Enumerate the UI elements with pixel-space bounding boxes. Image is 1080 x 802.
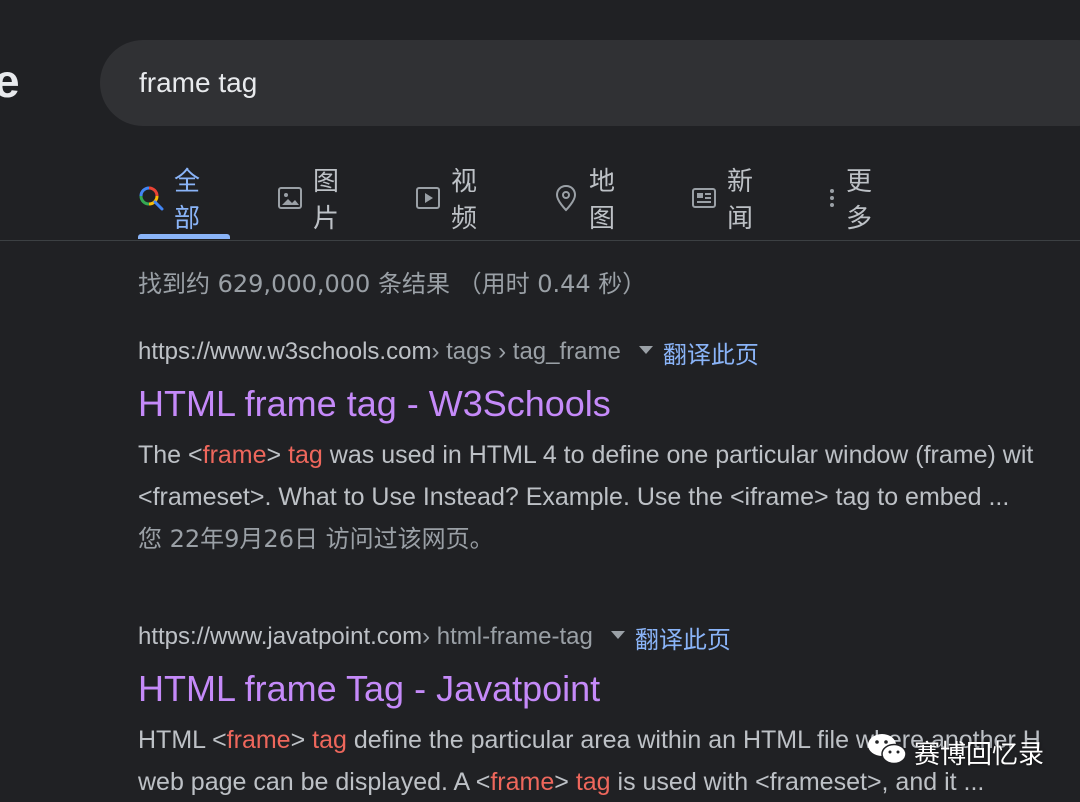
tab-label: 地图	[589, 167, 616, 234]
result-cite[interactable]: https://www.w3schools.com › tags › tag_f…	[138, 334, 1080, 370]
result-breadcrumbs: › tags › tag_frame	[431, 338, 621, 365]
snippet-text: >	[266, 440, 289, 469]
video-icon	[415, 185, 441, 211]
active-tab-indicator	[138, 234, 230, 239]
snippet-text: >	[554, 767, 576, 796]
caret-down-icon[interactable]	[610, 631, 625, 639]
snippet-highlight: tag	[312, 725, 347, 754]
tab-label: 图片	[313, 167, 340, 234]
tabs-divider	[0, 240, 1080, 241]
result-cite[interactable]: https://www.javatpoint.com › html-frame-…	[138, 619, 1080, 655]
more-vert-icon	[828, 186, 836, 210]
result-stats: 找到约 629,000,000 条结果 （用时 0.44 秒）	[138, 270, 647, 298]
snippet-highlight: frame	[202, 440, 267, 469]
watermark: 赛博回忆录	[866, 730, 1044, 774]
snippet-highlight: tag	[575, 767, 611, 796]
result-title-link[interactable]: HTML frame tag - W3Schools	[138, 384, 1080, 424]
snippet-line: <frameset>. What to Use Instead? Example…	[138, 482, 1010, 511]
tab-news[interactable]: 新闻	[691, 167, 753, 234]
snippet-text: web page can be displayed. A <	[138, 767, 491, 796]
snippet-text: The <	[138, 440, 203, 469]
tab-videos[interactable]: 视频	[415, 167, 477, 234]
google-logo[interactable]: e	[0, 58, 20, 104]
search-icon	[138, 185, 164, 211]
search-result: https://www.javatpoint.com › html-frame-…	[138, 619, 1080, 802]
search-input[interactable]	[139, 40, 939, 126]
result-breadcrumbs: › html-frame-tag	[422, 623, 593, 650]
snippet-highlight: frame	[490, 767, 555, 796]
snippet-line: The <frame> tag was used in HTML 4 to de…	[138, 434, 1080, 476]
snippet-text: HTML <	[138, 725, 227, 754]
visited-note: 您 22年9月26日 访问过该网页。	[138, 524, 494, 553]
result-domain: https://www.w3schools.com	[138, 338, 432, 365]
tab-all[interactable]: 全部	[138, 167, 200, 234]
snippet-text: >	[290, 725, 313, 754]
search-box[interactable]	[100, 40, 1080, 126]
search-results-page: e 全部	[0, 0, 1080, 802]
result-domain: https://www.javatpoint.com	[138, 623, 423, 650]
wechat-icon	[866, 731, 908, 774]
translate-page-link[interactable]: 翻译此页	[635, 620, 731, 655]
result-title-link[interactable]: HTML frame Tag - Javatpoint	[138, 669, 1080, 709]
snippet-highlight: frame	[226, 725, 291, 754]
search-result: https://www.w3schools.com › tags › tag_f…	[138, 334, 1080, 560]
image-icon	[277, 185, 303, 211]
tab-maps[interactable]: 地图	[553, 167, 615, 234]
snippet-text: was used in HTML 4 to define one particu…	[322, 440, 1034, 469]
tab-label: 更多	[846, 167, 873, 234]
tab-label: 全部	[174, 167, 201, 234]
tab-label: 视频	[451, 167, 478, 234]
translate-page-link[interactable]: 翻译此页	[663, 335, 759, 370]
map-pin-icon	[553, 184, 579, 212]
tab-more[interactable]: 更多	[828, 167, 872, 234]
result-snippet: The <frame> tag was used in HTML 4 to de…	[138, 434, 1080, 518]
watermark-text: 赛博回忆录	[914, 739, 1045, 770]
tab-label: 新闻	[727, 167, 754, 234]
snippet-highlight: tag	[288, 440, 323, 469]
tab-images[interactable]: 图片	[277, 167, 339, 234]
news-icon	[691, 186, 717, 210]
caret-down-icon[interactable]	[638, 346, 653, 354]
